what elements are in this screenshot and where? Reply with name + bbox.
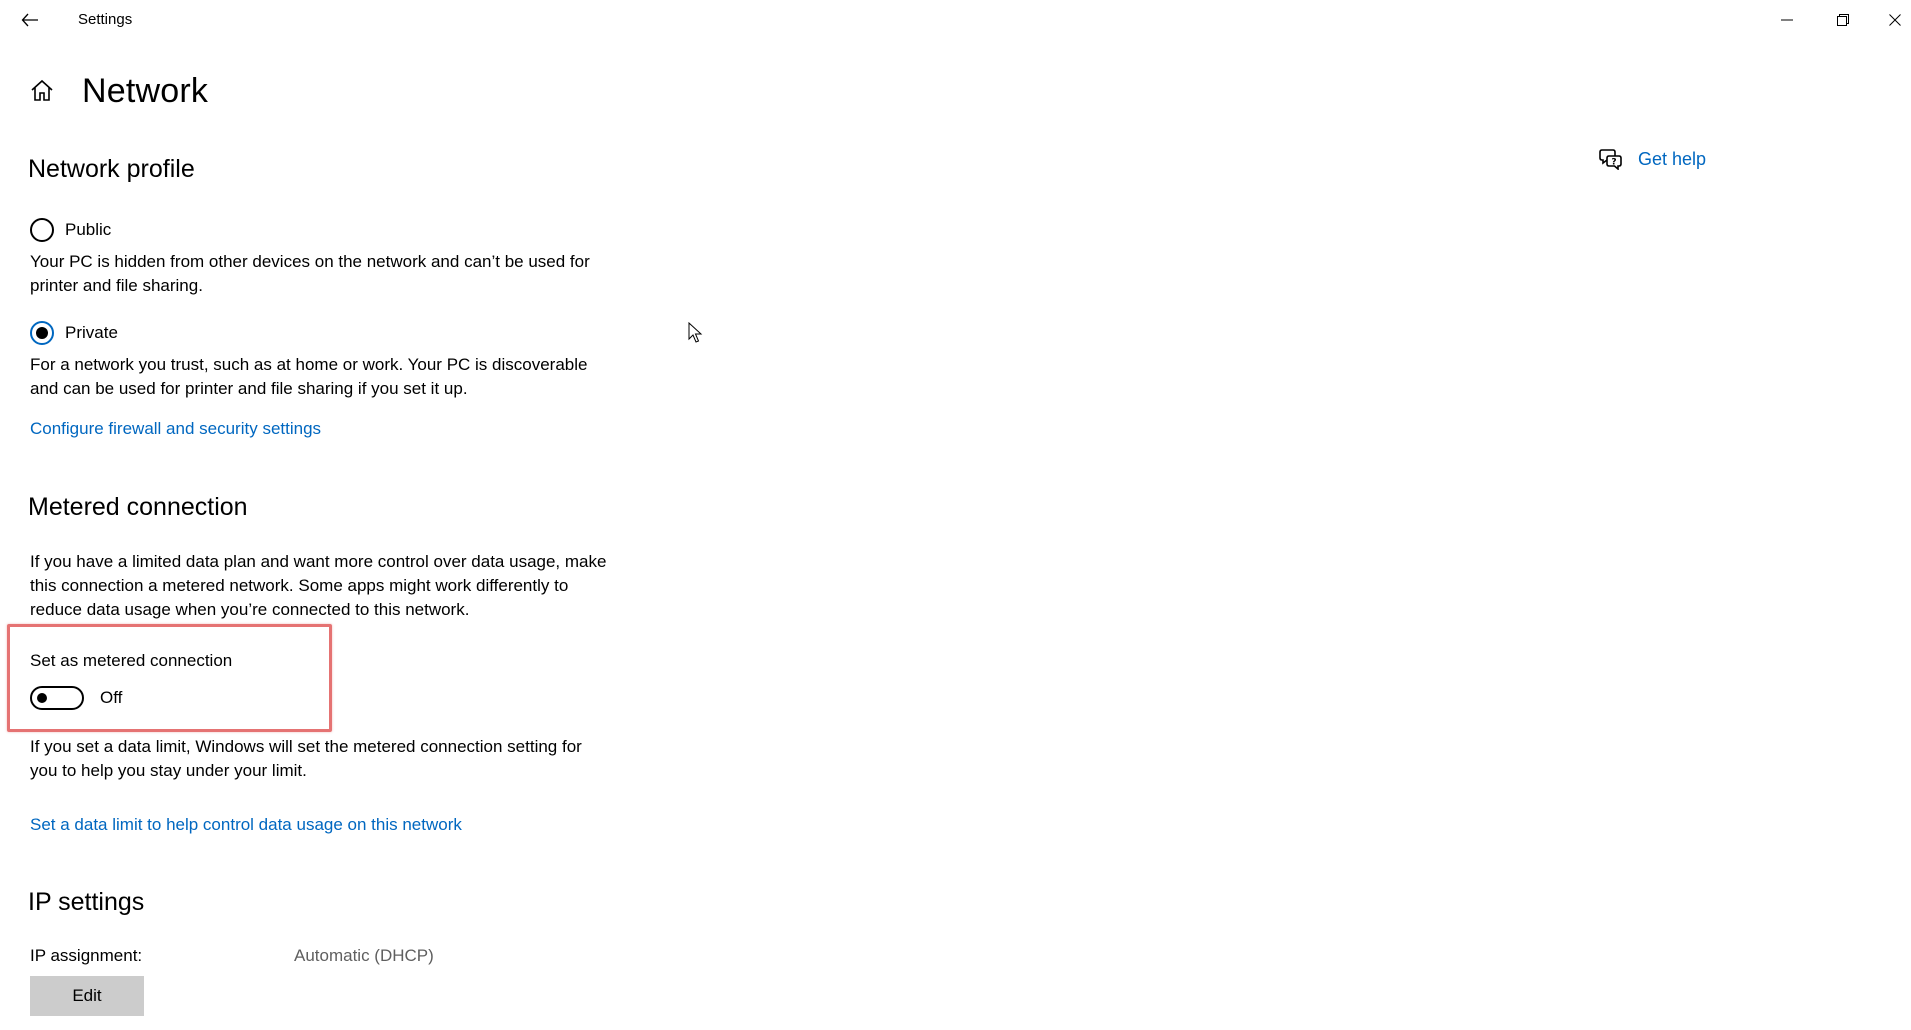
radio-selected-dot [36,327,48,339]
configure-firewall-link[interactable]: Configure firewall and security settings [30,419,321,439]
ip-assignment-value: Automatic (DHCP) [294,946,434,965]
close-icon [1889,14,1901,26]
network-profile-heading: Network profile [28,155,195,183]
app-title: Settings [78,11,133,28]
get-help-label: Get help [1638,148,1707,169]
ip-assignment-label: IP assignment: [30,946,143,965]
minimize-icon [1781,19,1793,21]
close-button[interactable] [1867,0,1911,40]
private-radio-option[interactable]: Private [30,321,118,345]
metered-connection-heading: Metered connection [28,493,248,521]
public-radio-option[interactable]: Public [30,218,111,242]
private-radio-label: Private [65,323,118,342]
public-description: Your PC is hidden from other devices on … [30,252,590,295]
edit-ip-button[interactable]: Edit [30,976,144,1016]
metered-highlight-box [7,624,332,732]
ip-settings-heading: IP settings [28,888,145,916]
toggle-knob [37,693,47,703]
metered-toggle-state: Off [100,688,123,707]
title-bar: Settings [0,0,1911,40]
public-radio-label: Public [65,220,112,239]
data-limit-description: If you set a data limit, Windows will se… [30,737,582,780]
minimize-button[interactable] [1759,0,1815,40]
get-help-link[interactable]: ? Get help [1598,146,1706,172]
page-title: Network [82,71,209,110]
public-radio[interactable] [30,218,54,242]
set-data-limit-link[interactable]: Set a data limit to help control data us… [30,815,462,835]
home-button[interactable] [28,77,56,105]
restore-button[interactable] [1815,0,1871,40]
metered-toggle-label: Set as metered connection [30,651,233,670]
svg-text:?: ? [1611,158,1616,168]
arrow-left-icon [21,13,38,27]
private-radio[interactable] [30,321,54,345]
mouse-cursor-icon [688,322,703,343]
restore-icon [1837,14,1849,26]
metered-description: If you have a limited data plan and want… [30,552,607,619]
chat-help-icon: ? [1598,146,1624,172]
back-button[interactable] [14,8,46,32]
metered-toggle-row: Off [30,686,122,710]
home-icon [31,79,53,101]
page-header: Network [28,66,208,116]
metered-toggle-switch[interactable] [30,686,84,710]
private-description: For a network you trust, such as at home… [30,355,588,398]
